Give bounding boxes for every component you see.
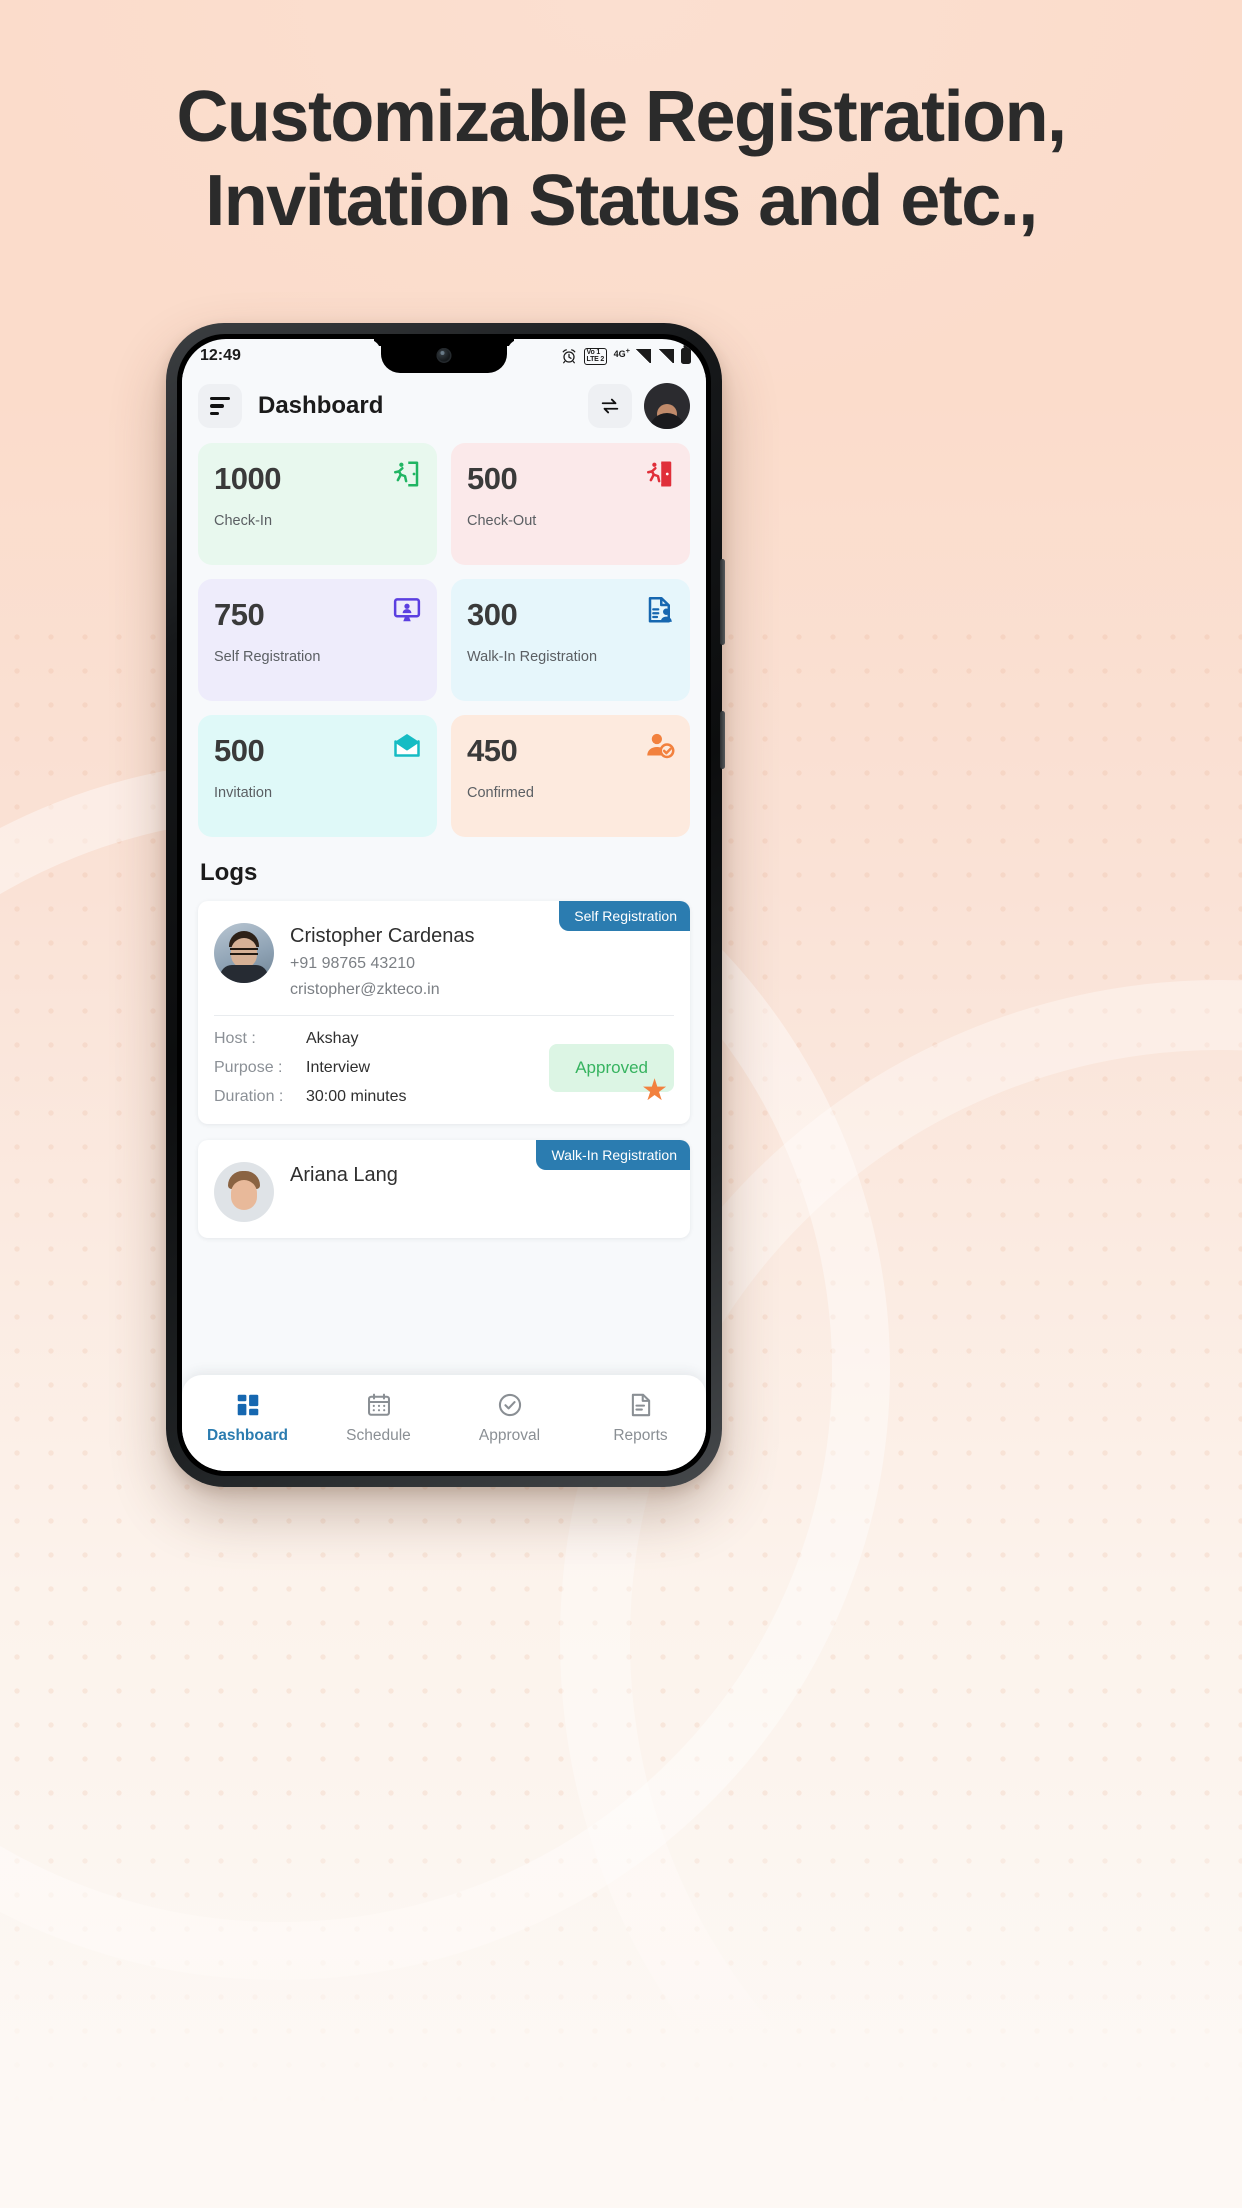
avatar-glasses [230, 948, 258, 955]
swap-arrows-icon [601, 398, 619, 414]
star-icon[interactable]: ★ [641, 1076, 668, 1106]
nav-label: Schedule [346, 1426, 411, 1444]
bottom-navigation: Dashboard Schedule Approval Reports [182, 1375, 706, 1471]
log-card[interactable]: Walk-In Registration Ariana Lang [198, 1140, 690, 1238]
nav-item-reports[interactable]: Reports [575, 1392, 706, 1445]
log-card-details: Host : Akshay Purpose : Interview Durati… [198, 1016, 690, 1124]
log-card[interactable]: Self Registration Cristopher Cardenas +9… [198, 901, 690, 1124]
stat-label: Check-In [214, 513, 273, 529]
stat-card-self-registration[interactable]: 750 Self Registration [198, 579, 437, 701]
nav-label: Reports [613, 1426, 668, 1444]
check-circle-icon [498, 1393, 521, 1416]
nav-item-dashboard[interactable]: Dashboard [182, 1392, 313, 1445]
app-header: Dashboard [182, 373, 706, 439]
headline-line-2: Invitation Status and etc., [205, 161, 1038, 241]
nav-label: Approval [478, 1426, 541, 1444]
volume-button[interactable] [720, 559, 725, 645]
nav-item-approval[interactable]: Approval [444, 1392, 575, 1445]
nav-item-schedule[interactable]: Schedule [313, 1392, 444, 1445]
detail-purpose-key: Purpose : [214, 1059, 283, 1076]
avatar-body [649, 413, 685, 429]
dashboard-content: 1000 Check-In 500 Check-Out 750 Self Reg… [182, 439, 706, 1409]
status-badge: Walk-In Registration [536, 1140, 690, 1170]
signal-bars-icon-2 [658, 349, 674, 363]
headline-line-1: Customizable Registration, [176, 77, 1067, 157]
user-check-icon [647, 733, 675, 759]
visitor-email: cristopher@zkteco.in [290, 981, 440, 998]
document-report-icon [631, 1393, 650, 1416]
monitor-user-icon [393, 598, 421, 622]
swap-button[interactable] [588, 384, 632, 428]
nav-label: Dashboard [207, 1426, 288, 1444]
volte-line-1: Vo 1 [586, 348, 601, 356]
logs-section-title: Logs [200, 859, 258, 886]
stat-card-check-in[interactable]: 1000 Check-In [198, 443, 437, 565]
door-exit-out-icon [647, 461, 672, 487]
promo-page: Customizable Registration, Invitation St… [0, 0, 1242, 2208]
stat-card-invitation[interactable]: 500 Invitation [198, 715, 437, 837]
status-bar-icons: Vo 1 LTE 2 4G+ [561, 345, 691, 365]
detail-host-value: Akshay [306, 1030, 359, 1047]
detail-purpose-value: Interview [306, 1059, 371, 1076]
detail-duration: Duration : 30:00 minutes [214, 1088, 549, 1106]
visitor-name: Ariana Lang [290, 1164, 398, 1186]
stat-value: 500 [467, 461, 518, 496]
stat-card-check-out[interactable]: 500 Check-Out [451, 443, 690, 565]
volte-line-2: LTE 2 [586, 356, 605, 363]
detail-host-key: Host : [214, 1030, 256, 1047]
stat-label: Self Registration [214, 649, 321, 665]
detail-duration-value: 30:00 minutes [306, 1088, 407, 1105]
background-bottom-fade [0, 1788, 1242, 2208]
status-bar: 12:49 Vo 1 LTE 2 4G+ [182, 339, 706, 373]
envelope-open-icon [394, 734, 420, 757]
stat-label: Confirmed [467, 785, 534, 801]
phone-bezel: 12:49 Vo 1 LTE 2 4G+ Dashboard 1000 Chec… [177, 334, 711, 1476]
detail-duration-key: Duration : [214, 1088, 284, 1105]
visitor-info: Ariana Lang [290, 1162, 398, 1222]
stat-value: 1000 [214, 461, 281, 496]
stat-label: Invitation [214, 785, 273, 801]
status-bar-time: 12:49 [200, 347, 241, 364]
hamburger-menu-icon [210, 396, 230, 416]
detail-host: Host : Akshay [214, 1030, 549, 1048]
stat-card-walk-in-registration[interactable]: 300 Walk-In Registration [451, 579, 690, 701]
id-card-user-icon [648, 597, 672, 623]
power-button[interactable] [720, 711, 725, 769]
page-title: Dashboard [258, 392, 384, 419]
stat-card-grid: 1000 Check-In 500 Check-Out 750 Self Reg… [198, 443, 690, 837]
calendar-icon [367, 1393, 390, 1416]
stat-card-confirmed[interactable]: 450 Confirmed [451, 715, 690, 837]
hamburger-menu-button[interactable] [198, 384, 242, 428]
signal-bars-icon [635, 349, 651, 363]
battery-icon [681, 348, 691, 364]
avatar[interactable] [644, 383, 690, 429]
dashboard-grid-icon [237, 1394, 258, 1415]
stat-value: 500 [214, 733, 265, 768]
alarm-icon [562, 349, 576, 364]
visitor-info: Cristopher Cardenas +91 98765 43210 cris… [290, 923, 475, 999]
volte-indicator-icon: Vo 1 LTE 2 [584, 347, 607, 365]
phone-mockup: 12:49 Vo 1 LTE 2 4G+ Dashboard 1000 Chec… [166, 323, 725, 1487]
avatar-suit [220, 965, 268, 983]
stat-value: 450 [467, 733, 518, 768]
network-type-label: 4G+ [613, 345, 630, 359]
stat-value: 300 [467, 597, 518, 632]
visitor-phone: +91 98765 43210 [290, 955, 416, 972]
stat-label: Walk-In Registration [467, 649, 598, 665]
status-badge: Self Registration [559, 901, 690, 931]
avatar-face [231, 1180, 257, 1210]
detail-list: Host : Akshay Purpose : Interview Durati… [214, 1030, 549, 1106]
visitor-avatar [214, 1162, 274, 1222]
stat-value: 750 [214, 597, 265, 632]
phone-screen: 12:49 Vo 1 LTE 2 4G+ Dashboard 1000 Chec… [182, 339, 706, 1471]
visitor-name: Cristopher Cardenas [290, 925, 475, 947]
promo-headline: Customizable Registration, Invitation St… [0, 78, 1242, 240]
detail-purpose: Purpose : Interview [214, 1059, 549, 1077]
door-exit-in-icon [394, 461, 419, 487]
stat-label: Check-Out [467, 513, 537, 529]
visitor-avatar [214, 923, 274, 983]
